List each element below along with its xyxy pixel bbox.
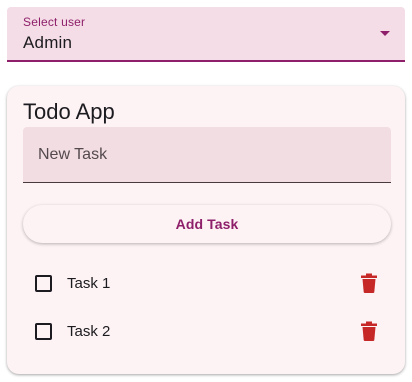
trash-icon[interactable]: [361, 321, 377, 341]
dropdown-arrow-icon[interactable]: [380, 31, 390, 36]
new-task-input[interactable]: [23, 127, 391, 183]
todo-card: Todo App Add Task Task 1 Task 2: [7, 86, 405, 374]
trash-icon[interactable]: [361, 273, 377, 293]
task-item: Task 2: [23, 311, 391, 351]
user-select-label: Select user: [23, 15, 86, 29]
task-label: Task 2: [67, 323, 111, 340]
task-2-checkbox[interactable]: [35, 323, 52, 340]
card-title: Todo App: [23, 99, 115, 124]
user-select[interactable]: Select user Admin: [7, 7, 405, 62]
add-task-button[interactable]: Add Task: [23, 205, 391, 243]
user-select-value: Admin: [23, 33, 73, 52]
task-item: Task 1: [23, 263, 391, 303]
task-1-checkbox[interactable]: [35, 275, 52, 292]
task-label: Task 1: [67, 275, 111, 292]
